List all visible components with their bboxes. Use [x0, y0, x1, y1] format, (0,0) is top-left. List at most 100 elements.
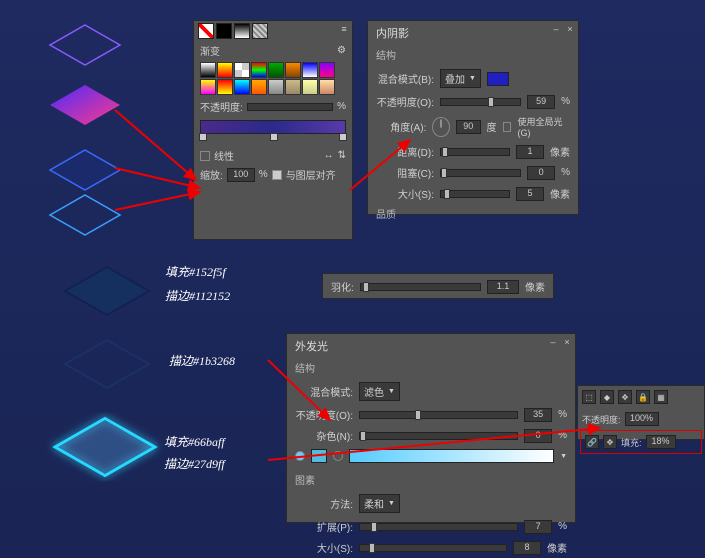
preset[interactable] [268, 79, 284, 95]
pattern-swatch[interactable] [252, 23, 268, 39]
gradient-presets [194, 60, 352, 97]
reverse-icon[interactable]: ↔ [324, 150, 334, 161]
gradient-stop[interactable] [199, 133, 207, 141]
preset[interactable] [217, 79, 233, 95]
opacity-value[interactable]: 59 [527, 95, 555, 109]
minimize-icon[interactable]: – [550, 23, 562, 35]
color-radio[interactable] [295, 451, 305, 461]
preset[interactable] [217, 62, 233, 78]
preset[interactable] [200, 79, 216, 95]
feather-label: 羽化: [331, 279, 354, 294]
linear-label: 线性 [214, 148, 234, 163]
shadow-color-swatch[interactable] [487, 72, 509, 86]
noise-value[interactable]: 0 [524, 429, 552, 443]
section-elements: 图素 [287, 470, 575, 491]
solid-swatch[interactable] [216, 23, 232, 39]
panel-menu-icon[interactable]: ≡ [338, 23, 350, 35]
glow-color-swatch[interactable] [311, 449, 327, 463]
gear-icon[interactable]: ⚙ [337, 45, 346, 56]
preset[interactable] [234, 62, 250, 78]
annotation-stroke-2: 描边#1b3268 [169, 352, 235, 369]
align-label: 与图层对齐 [286, 167, 336, 182]
fx-icon[interactable]: ✥ [603, 435, 617, 449]
close-icon[interactable]: × [564, 23, 576, 35]
preset[interactable] [319, 62, 335, 78]
gradient-stop[interactable] [339, 133, 347, 141]
preset[interactable] [302, 79, 318, 95]
artboard-icon[interactable]: ▦ [654, 390, 668, 404]
choke-value[interactable]: 0 [527, 166, 555, 180]
blend-mode-select[interactable]: 叠加▼ [440, 69, 481, 88]
minimize-icon[interactable]: – [547, 336, 559, 348]
pixel-lock-icon[interactable]: ◆ [600, 390, 614, 404]
opacity-slider[interactable] [247, 103, 333, 111]
opacity-label: 不透明度: [582, 413, 621, 426]
preset[interactable] [200, 62, 216, 78]
size-slider[interactable] [359, 544, 507, 552]
gradient-bar[interactable] [200, 120, 346, 134]
preset[interactable] [285, 62, 301, 78]
move-lock-icon[interactable]: ✥ [618, 390, 632, 404]
distance-slider[interactable] [440, 148, 510, 156]
close-icon[interactable]: × [561, 336, 573, 348]
section-structure: 结构 [287, 358, 575, 379]
glow-gradient-bar[interactable] [349, 449, 554, 463]
size-value[interactable]: 5 [516, 187, 544, 201]
angle-value[interactable]: 90 [456, 120, 481, 134]
diamond-2 [50, 85, 120, 125]
all-lock-icon[interactable]: 🔒 [636, 390, 650, 404]
gradient-swatch[interactable] [234, 23, 250, 39]
preset[interactable] [302, 62, 318, 78]
gradient-stop[interactable] [270, 133, 278, 141]
annotation-stroke-1: 描边#112152 [165, 287, 230, 304]
size-value[interactable]: 8 [513, 541, 541, 555]
blend-mode-select[interactable]: 滤色▼ [359, 382, 400, 401]
opacity-value[interactable]: 35 [524, 408, 552, 422]
preset[interactable] [234, 79, 250, 95]
annotation-fill-3: 填充#66baff [164, 433, 225, 450]
linear-checkbox[interactable] [200, 151, 210, 161]
lock-icon[interactable]: ⬚ [582, 390, 596, 404]
noise-slider[interactable] [359, 432, 518, 440]
preset[interactable] [251, 79, 267, 95]
outer-glow-panel: –× 外发光 结构 混合模式:滤色▼ 不透明度(O):35% 杂色(N):0% … [286, 333, 576, 523]
diamond-4 [50, 195, 120, 235]
diamond-1 [50, 25, 120, 65]
opacity-label: 不透明度: [200, 99, 243, 114]
scale-label: 缩放: [200, 167, 223, 182]
scale-input[interactable]: 100 [227, 168, 255, 182]
link-icon[interactable]: 🔗 [585, 435, 599, 449]
distance-value[interactable]: 1 [516, 145, 544, 159]
opacity-slider[interactable] [359, 411, 518, 419]
no-fill-swatch[interactable] [198, 23, 214, 39]
angle-wheel[interactable] [432, 117, 450, 137]
feather-slider[interactable] [360, 283, 481, 291]
chevron-down-icon[interactable]: ▼ [560, 453, 567, 460]
layer-opacity-value[interactable]: 100% [625, 412, 659, 426]
diamond-5 [65, 267, 149, 315]
size-slider[interactable] [440, 190, 510, 198]
method-select[interactable]: 柔和▼ [359, 494, 400, 513]
feather-panel: 羽化: 1.1 像素 [322, 273, 554, 299]
section-quality: 品质 [368, 204, 578, 225]
panel-title: 内阴影 [368, 21, 578, 45]
preset[interactable] [319, 79, 335, 95]
gradient-label: 渐变 [200, 43, 220, 58]
feather-value[interactable]: 1.1 [487, 280, 519, 294]
global-light-checkbox[interactable] [503, 122, 512, 132]
flip-icon[interactable]: ⇅ [338, 150, 346, 161]
spread-value[interactable]: 7 [524, 520, 552, 534]
diamond-7 [55, 418, 155, 476]
preset[interactable] [285, 79, 301, 95]
choke-slider[interactable] [440, 169, 521, 177]
opacity-slider[interactable] [440, 98, 521, 106]
diamond-3 [50, 150, 120, 190]
preset[interactable] [268, 62, 284, 78]
gradient-radio[interactable] [333, 451, 343, 461]
align-checkbox[interactable] [272, 170, 282, 180]
gradient-overlay-panel: ≡ 渐变⚙ 不透明度:% 线性 ↔ ⇅ 缩放: [193, 20, 353, 240]
layer-fill-value[interactable]: 18% [646, 435, 676, 449]
preset[interactable] [251, 62, 267, 78]
diamond-6 [65, 340, 149, 388]
annotation-stroke-3: 描边#27d9ff [164, 455, 225, 472]
